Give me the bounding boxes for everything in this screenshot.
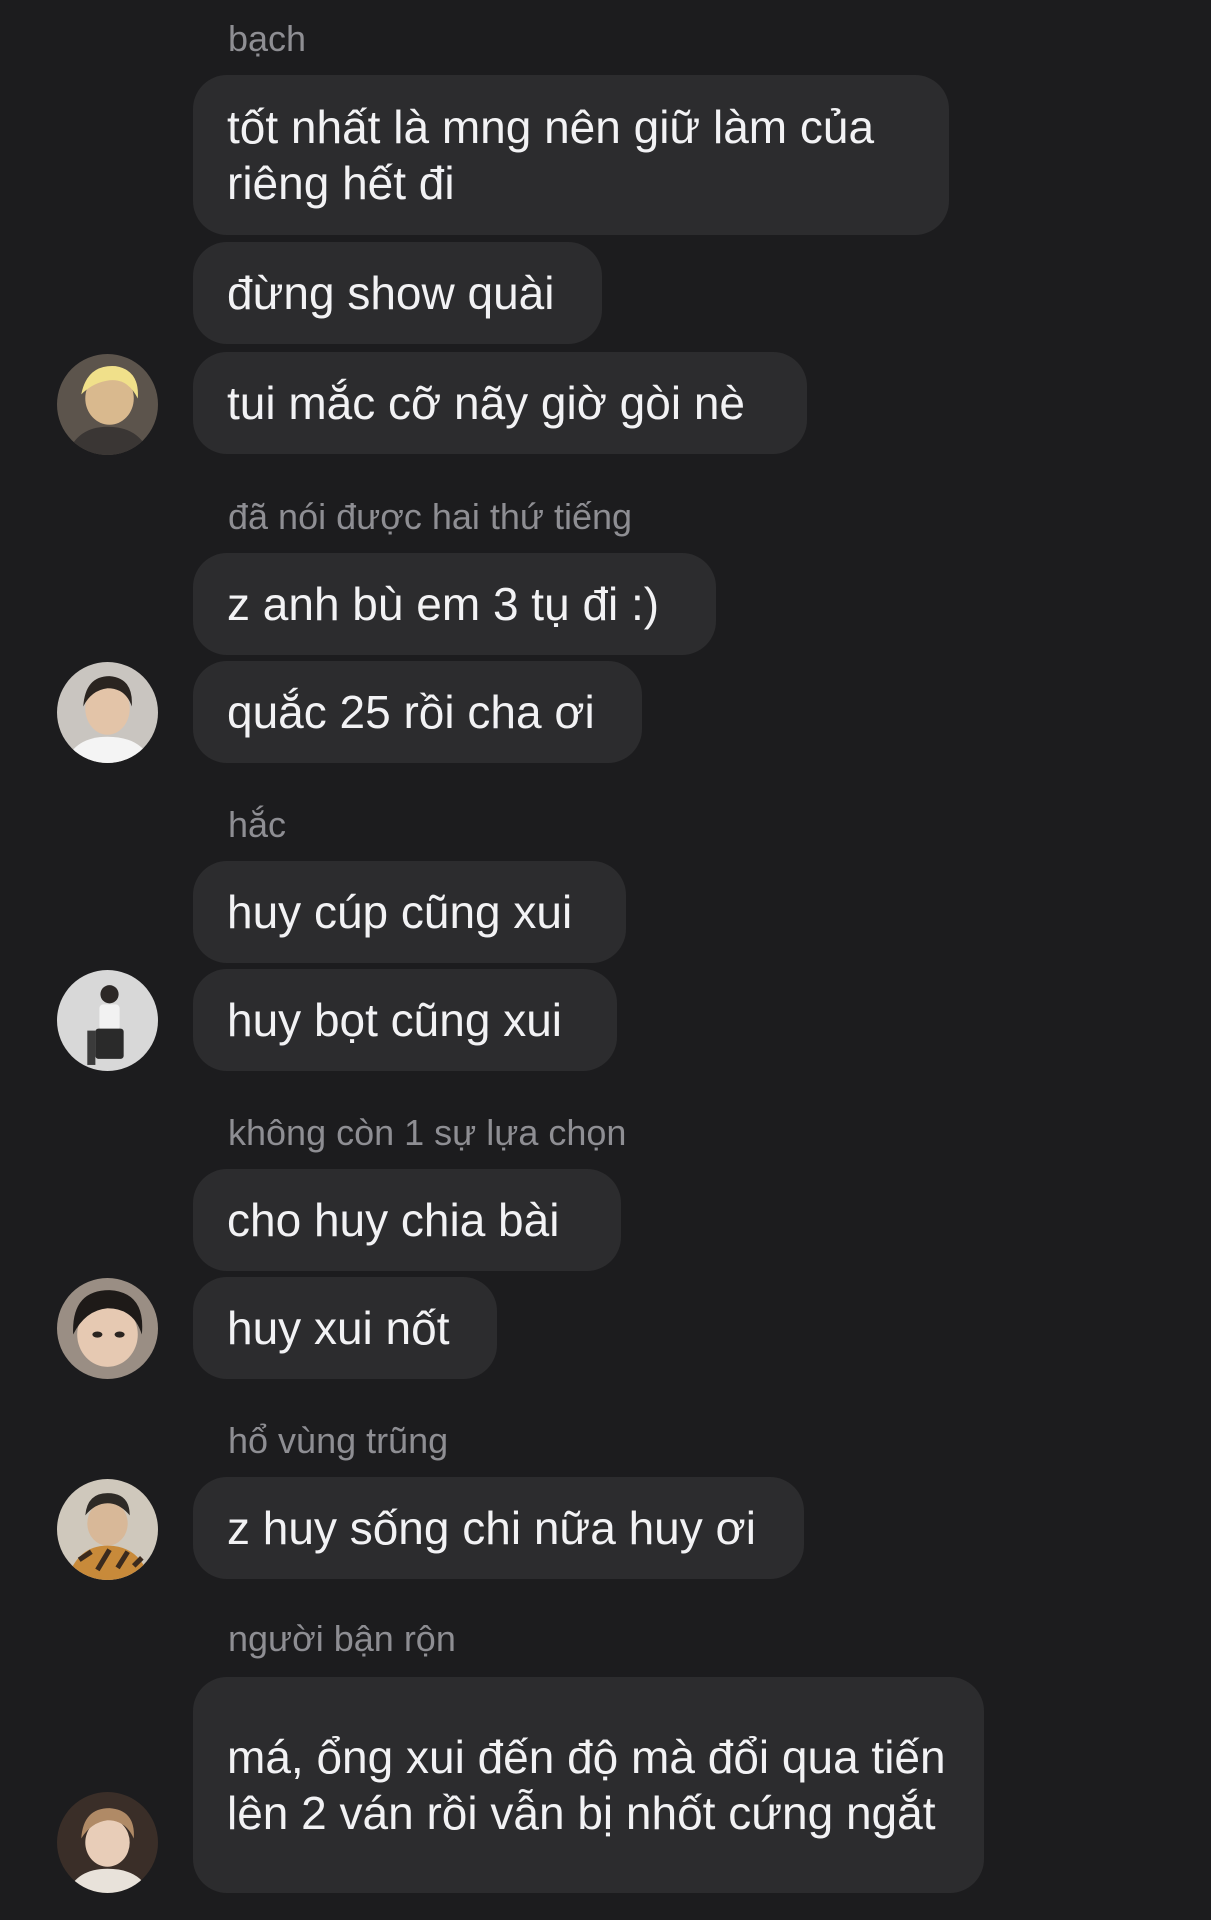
user-avatar-blonde-icon[interactable]	[57, 354, 158, 455]
message-text: huy bọt cũng xui	[227, 994, 563, 1046]
message-text: tốt nhất là mng nên giữ làm của riêng hế…	[227, 101, 875, 209]
user-avatar-icon[interactable]	[57, 970, 158, 1071]
sender-name: bạch	[228, 18, 307, 59]
message-bubble[interactable]: tốt nhất là mng nên giữ làm của riêng hế…	[193, 75, 949, 235]
sender-name: không còn 1 sự lựa chọn	[228, 1112, 627, 1153]
sender-name: hắc	[228, 804, 287, 845]
message-bubble[interactable]: huy cúp cũng xui	[193, 861, 626, 963]
message-text: huy xui nốt	[227, 1302, 450, 1354]
message-text: z huy sống chi nữa huy ơi	[227, 1502, 756, 1554]
user-avatar-icon[interactable]	[57, 662, 158, 763]
sender-name: người bận rộn	[228, 1618, 456, 1659]
message-bubble[interactable]: huy xui nốt	[193, 1277, 497, 1379]
user-avatar-icon[interactable]	[57, 1278, 158, 1379]
user-avatar-icon[interactable]	[57, 1792, 158, 1893]
message-text: z anh bù em 3 tụ đi :)	[227, 578, 660, 630]
message-bubble[interactable]: z huy sống chi nữa huy ơi	[193, 1477, 804, 1579]
sender-name: đã nói được hai thứ tiếng	[228, 496, 633, 537]
message-text: má, ổng xui đến độ mà đổi qua tiến lên 2…	[227, 1731, 946, 1839]
message-bubble[interactable]: quắc 25 rồi cha ơi	[193, 661, 642, 763]
message-bubble[interactable]: đừng show quài	[193, 242, 602, 344]
user-avatar-icon[interactable]	[57, 1479, 158, 1580]
message-text: huy cúp cũng xui	[227, 886, 573, 938]
message-bubble[interactable]: cho huy chia bài	[193, 1169, 621, 1271]
message-bubble[interactable]: má, ổng xui đến độ mà đổi qua tiến lên 2…	[193, 1677, 984, 1893]
chat-thread: bạch tốt nhất là mng nên giữ làm của riê…	[0, 0, 1211, 1920]
message-bubble[interactable]: z anh bù em 3 tụ đi :)	[193, 553, 716, 655]
sender-name: hổ vùng trũng	[228, 1420, 449, 1461]
message-text: tui mắc cỡ nãy giờ gòi nè	[227, 377, 746, 429]
message-bubble[interactable]: tui mắc cỡ nãy giờ gòi nè	[193, 352, 807, 454]
message-text: đừng show quài	[227, 267, 555, 319]
message-text: quắc 25 rồi cha ơi	[227, 686, 595, 738]
message-text: cho huy chia bài	[227, 1194, 560, 1246]
message-bubble[interactable]: huy bọt cũng xui	[193, 969, 617, 1071]
